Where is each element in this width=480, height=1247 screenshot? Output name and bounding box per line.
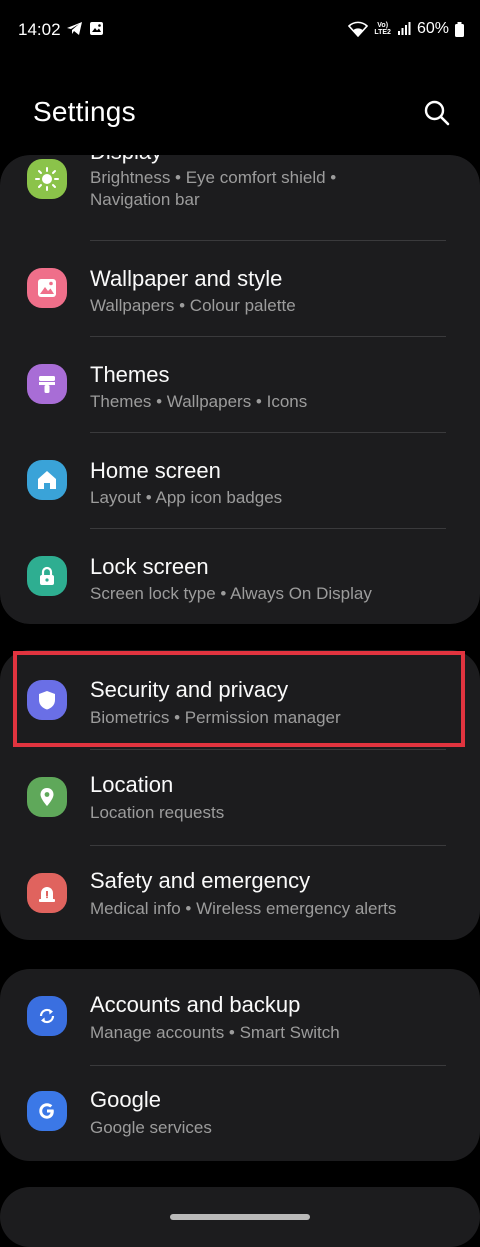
status-bar: 14:02 Vo) LTE2 60% xyxy=(0,0,480,60)
google-icon xyxy=(39,1103,54,1119)
volte-indicator: Vo) LTE2 xyxy=(374,22,391,36)
wifi-icon xyxy=(348,21,369,37)
settings-item-lock-screen[interactable]: Lock screen Screen lock type • Always On… xyxy=(0,529,480,624)
settings-item-title: Themes xyxy=(90,362,170,387)
battery-percentage: 60% xyxy=(416,20,449,37)
brush-icon xyxy=(39,376,55,393)
home-icon xyxy=(38,471,56,489)
settings-item-subtitle: Screen lock type • Always On Display xyxy=(90,584,372,603)
settings-item-home-screen[interactable]: Home screen Layout • App icon badges xyxy=(0,433,480,529)
display-icon-bg xyxy=(27,159,67,199)
highlight-box xyxy=(13,651,465,747)
settings-item-subtitle: Google services xyxy=(90,1118,212,1137)
search-icon xyxy=(424,100,450,126)
page-title: Settings xyxy=(33,96,136,127)
google-icon-bg xyxy=(27,1091,67,1131)
settings-item-title: Safety and emergency xyxy=(90,868,311,893)
settings-item-title: Accounts and backup xyxy=(90,992,301,1017)
settings-item-title: Wallpaper and style xyxy=(90,266,283,291)
settings-item-google[interactable]: Google Google services xyxy=(0,1066,480,1162)
settings-item-title: Display xyxy=(90,139,163,164)
settings-item-safety-and-emergency[interactable]: Safety and emergency Medical info • Wire… xyxy=(0,846,480,942)
accounts-icon-bg xyxy=(27,996,67,1036)
settings-item-subtitle: Location requests xyxy=(90,803,225,822)
search-button[interactable] xyxy=(422,98,452,128)
settings-item-subtitle: Wallpapers • Colour palette xyxy=(90,296,296,315)
telegram-icon xyxy=(67,22,82,35)
safety-icon-bg xyxy=(27,873,67,913)
gallery-icon xyxy=(90,22,103,35)
image-icon xyxy=(38,279,56,297)
settings-item-title: Location xyxy=(90,772,174,797)
location-icon-bg xyxy=(27,777,67,817)
themes-icon-bg xyxy=(27,364,67,404)
lock-icon xyxy=(40,566,54,585)
settings-item-subtitle: Themes • Wallpapers • Icons xyxy=(90,392,308,411)
location-pin-icon xyxy=(40,788,54,806)
alert-icon xyxy=(39,887,55,902)
gesture-navigation-handle[interactable] xyxy=(170,1214,310,1220)
settings-item-subtitle: Layout • App icon badges xyxy=(90,488,283,507)
settings-item-title: Google xyxy=(90,1087,161,1112)
home-icon-bg xyxy=(27,460,67,500)
settings-item-title: Lock screen xyxy=(90,554,209,579)
battery-icon xyxy=(455,21,464,37)
settings-item-subtitle: Brightness • Eye comfort shield • xyxy=(90,168,337,187)
settings-item-display[interactable]: Display Brightness • Eye comfort shield … xyxy=(0,155,480,241)
settings-item-themes[interactable]: Themes Themes • Wallpapers • Icons xyxy=(0,337,480,433)
settings-item-subtitle: Navigation bar xyxy=(90,190,200,209)
header: Settings xyxy=(33,96,452,136)
settings-item-location[interactable]: Location Location requests xyxy=(0,750,480,846)
wallpaper-icon-bg xyxy=(27,268,67,308)
settings-item-subtitle: Medical info • Wireless emergency alerts xyxy=(90,899,397,918)
status-time: 14:02 xyxy=(18,20,61,39)
sun-icon xyxy=(35,167,59,191)
settings-item-subtitle: Manage accounts • Smart Switch xyxy=(90,1023,340,1042)
settings-group-display: Display Brightness • Eye comfort shield … xyxy=(0,155,480,624)
settings-item-accounts-and-backup[interactable]: Accounts and backup Manage accounts • Sm… xyxy=(0,969,480,1065)
settings-group-accounts: Accounts and backup Manage accounts • Sm… xyxy=(0,969,480,1161)
settings-item-wallpaper-and-style[interactable]: Wallpaper and style Wallpapers • Colour … xyxy=(0,241,480,337)
settings-item-title: Home screen xyxy=(90,458,221,483)
lock-icon-bg xyxy=(27,556,67,596)
signal-icon xyxy=(397,22,411,35)
sync-icon xyxy=(39,1008,55,1024)
